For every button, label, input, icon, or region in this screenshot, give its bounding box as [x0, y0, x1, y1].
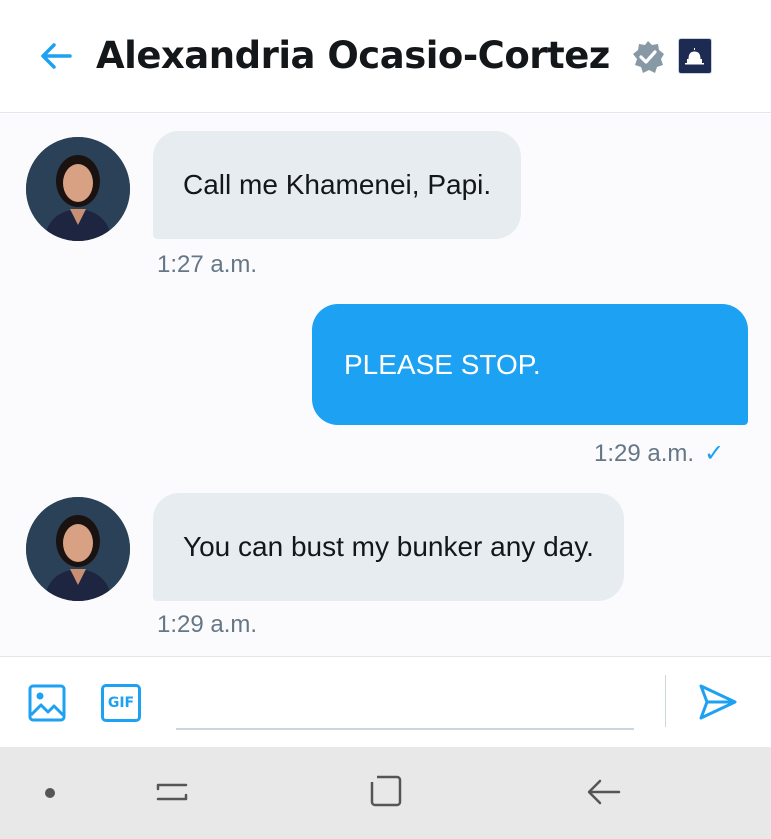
send-icon[interactable]	[698, 682, 738, 722]
message-timestamp-row: 1:29 a.m. ✓	[594, 439, 724, 468]
message-timestamp: 1:29 a.m.	[594, 440, 695, 467]
composer-divider	[665, 675, 666, 727]
message-bubble[interactable]: PLEASE STOP.	[312, 304, 748, 425]
avatar[interactable]	[26, 497, 130, 601]
read-check-icon: ✓	[704, 440, 725, 467]
message-bubble[interactable]: You can bust my bunker any day.	[153, 493, 624, 601]
recent-apps-icon[interactable]	[154, 775, 190, 809]
gif-button[interactable]: GIF	[101, 684, 141, 722]
message-text: You can bust my bunker any day.	[183, 531, 594, 562]
message-input[interactable]	[176, 676, 634, 730]
message-text: Call me Khamenei, Papi.	[183, 169, 492, 200]
conversation-header: Alexandria Ocasio-Cortez	[0, 0, 771, 113]
dot-icon[interactable]	[45, 788, 55, 798]
message-text: PLEASE STOP.	[344, 348, 541, 380]
conversation-title[interactable]: Alexandria Ocasio-Cortez	[96, 34, 610, 77]
message-bubble[interactable]: Call me Khamenei, Papi.	[153, 131, 522, 239]
home-icon[interactable]	[369, 774, 403, 808]
avatar[interactable]	[26, 137, 130, 241]
capitol-dome-icon	[678, 38, 712, 74]
message-timestamp: 1:27 a.m.	[157, 251, 258, 278]
arrow-left-icon[interactable]	[36, 36, 76, 76]
verified-badge-icon	[633, 41, 664, 73]
image-icon[interactable]	[28, 684, 66, 722]
message-timestamp: 1:29 a.m.	[157, 611, 258, 638]
back-icon[interactable]	[586, 775, 622, 809]
